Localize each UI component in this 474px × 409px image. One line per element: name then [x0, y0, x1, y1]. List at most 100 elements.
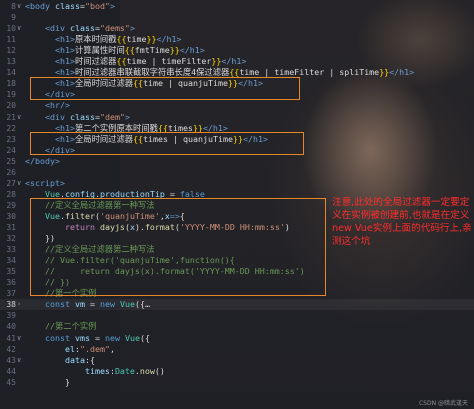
code-line[interactable]: 25 </body>	[0, 156, 474, 167]
code-line[interactable]: 19 </div>	[0, 89, 474, 100]
code-token: const	[44, 332, 70, 343]
line-number: 29	[6, 200, 16, 210]
code-token: class	[49, 1, 80, 11]
code-token: Vue	[44, 188, 60, 199]
code-line[interactable]: 40 //第二个实例	[0, 321, 474, 332]
code-line[interactable]: 39	[0, 310, 474, 321]
code-token: 'quanjuTime'	[99, 210, 160, 221]
code-token: <div	[44, 111, 65, 122]
fold-chevron-icon[interactable]: ∨	[17, 112, 23, 123]
code-token: </div>	[44, 89, 75, 100]
code-token: times	[167, 122, 193, 133]
code-text: </div>	[25, 145, 75, 156]
code-line[interactable]: 37 //第一个实例	[0, 288, 474, 299]
code-line[interactable]: 36 // })	[0, 277, 474, 288]
code-token: // Vue.filter('quanjuTime',function(){	[44, 255, 235, 266]
fold-chevron-icon[interactable]: ›	[17, 299, 23, 310]
code-token: time	[126, 34, 147, 45]
line-number: 37	[6, 289, 16, 299]
code-line[interactable]: 27 ∨ <script>	[0, 178, 474, 189]
code-text: </body>	[25, 156, 60, 167]
code-line[interactable]: 23 <h1>全局时间过滤器{{times | quanjuTime}}</h1…	[0, 134, 474, 145]
code-line[interactable]: 35 // return dayjs(x).format('YYYY-MM-DD…	[0, 266, 474, 277]
code-line[interactable]: 38 › const vm = new Vue({…	[0, 299, 474, 311]
code-token: <div	[44, 23, 65, 34]
code-line[interactable]: 8 ∨ <body class="bod">	[0, 1, 474, 12]
code-token: const	[44, 299, 70, 310]
code-token: <script>	[25, 177, 65, 188]
code-line[interactable]: 9	[0, 12, 474, 23]
code-token: filter	[64, 210, 95, 221]
code-token: return	[64, 222, 95, 232]
code-token: time | timeFilter | spliTime	[239, 67, 380, 78]
code-line[interactable]: 45 }	[0, 377, 474, 388]
line-number: 42	[6, 344, 16, 354]
line-number: 23	[6, 134, 16, 144]
code-text: Vue.filter('quanjuTime',x=>{	[25, 211, 185, 222]
code-token: ,	[109, 343, 115, 354]
code-text: // return dayjs(x).format('YYYY-MM-DD HH…	[25, 266, 305, 277]
code-token: <hr/>	[44, 100, 70, 111]
code-token: class	[64, 111, 95, 122]
fold-chevron-icon[interactable]: ∨	[17, 333, 23, 344]
code-text: const vms = new Vue({	[25, 333, 150, 344]
code-token: </h1>	[221, 56, 247, 67]
code-line[interactable]: 21 ∨ <div class="dem">	[0, 112, 474, 123]
code-line[interactable]: 34 // Vue.filter('quanjuTime',function()…	[0, 255, 474, 266]
code-line[interactable]: 22 <h1>第二个实例原本时间戳{{times}}</h1>	[0, 123, 474, 134]
code-token: =	[84, 299, 100, 310]
line-number: 22	[6, 123, 16, 133]
code-line[interactable]: 14 <h1>时间过滤器串联截取字符串长度4保过滤器{{time | timeF…	[0, 67, 474, 78]
line-number: 12	[6, 46, 16, 56]
code-token: "dems"	[99, 23, 130, 34]
line-number: 8	[11, 2, 16, 11]
code-line[interactable]: 24 </div>	[0, 145, 474, 156]
line-number: 35	[6, 267, 16, 277]
code-text: </div>	[25, 89, 75, 100]
code-line[interactable]: 18 <h1>全局时间过滤器{{time | quanjuTime}}</h1>	[0, 78, 474, 89]
code-token: <h1>	[54, 78, 75, 89]
fold-chevron-icon[interactable]: ∨	[17, 1, 23, 12]
code-line[interactable]: 10 ∨ <div class="dems">	[0, 23, 474, 34]
code-line[interactable]: 43 ∨ data:{	[0, 355, 474, 366]
code-token: ()	[154, 365, 165, 376]
code-token: }}	[169, 45, 180, 56]
code-token: times	[84, 365, 110, 376]
code-line[interactable]: 12 <h1>计算属性时间{{fmtTime}}</h1>	[0, 45, 474, 56]
code-line[interactable]: 26	[0, 167, 474, 178]
code-line[interactable]: 44 times:Date.now()	[0, 366, 474, 377]
code-line[interactable]: 13 <h1>时间过滤器{{time | timeFilter}}</h1>	[0, 56, 474, 67]
code-text: // })	[25, 277, 70, 288]
code-token: config	[64, 188, 95, 199]
fold-chevron-icon[interactable]: ∨	[17, 23, 23, 34]
code-token: }}	[227, 78, 238, 89]
fold-chevron-icon[interactable]: ∨	[17, 355, 23, 366]
code-line[interactable]: 41 ∨ const vms = new Vue({	[0, 333, 474, 344]
code-token: "bod"	[84, 1, 110, 11]
code-token: =	[89, 332, 105, 343]
code-line[interactable]: 20 <hr/>	[0, 100, 474, 111]
code-line[interactable]: 42 el:".dem",	[0, 344, 474, 355]
line-number: 43	[6, 355, 16, 365]
code-token: 原本时间戳	[74, 34, 117, 45]
code-token: {{	[133, 133, 144, 144]
code-token: 'YYYY-MM-DD HH:mm:ss'	[179, 222, 285, 232]
code-token: <body	[25, 1, 50, 11]
fold-chevron-icon[interactable]: ∨	[17, 178, 23, 189]
code-token: }}	[146, 34, 157, 45]
code-token: </h1>	[156, 34, 182, 45]
code-text: //定义全局过滤器第二种写法	[25, 244, 155, 255]
code-line[interactable]: 11 <h1>原本时间戳{{time}}</h1>	[0, 34, 474, 45]
code-token: fmtTime	[134, 45, 170, 56]
code-token: //定义全局过滤器第二种写法	[44, 244, 155, 255]
